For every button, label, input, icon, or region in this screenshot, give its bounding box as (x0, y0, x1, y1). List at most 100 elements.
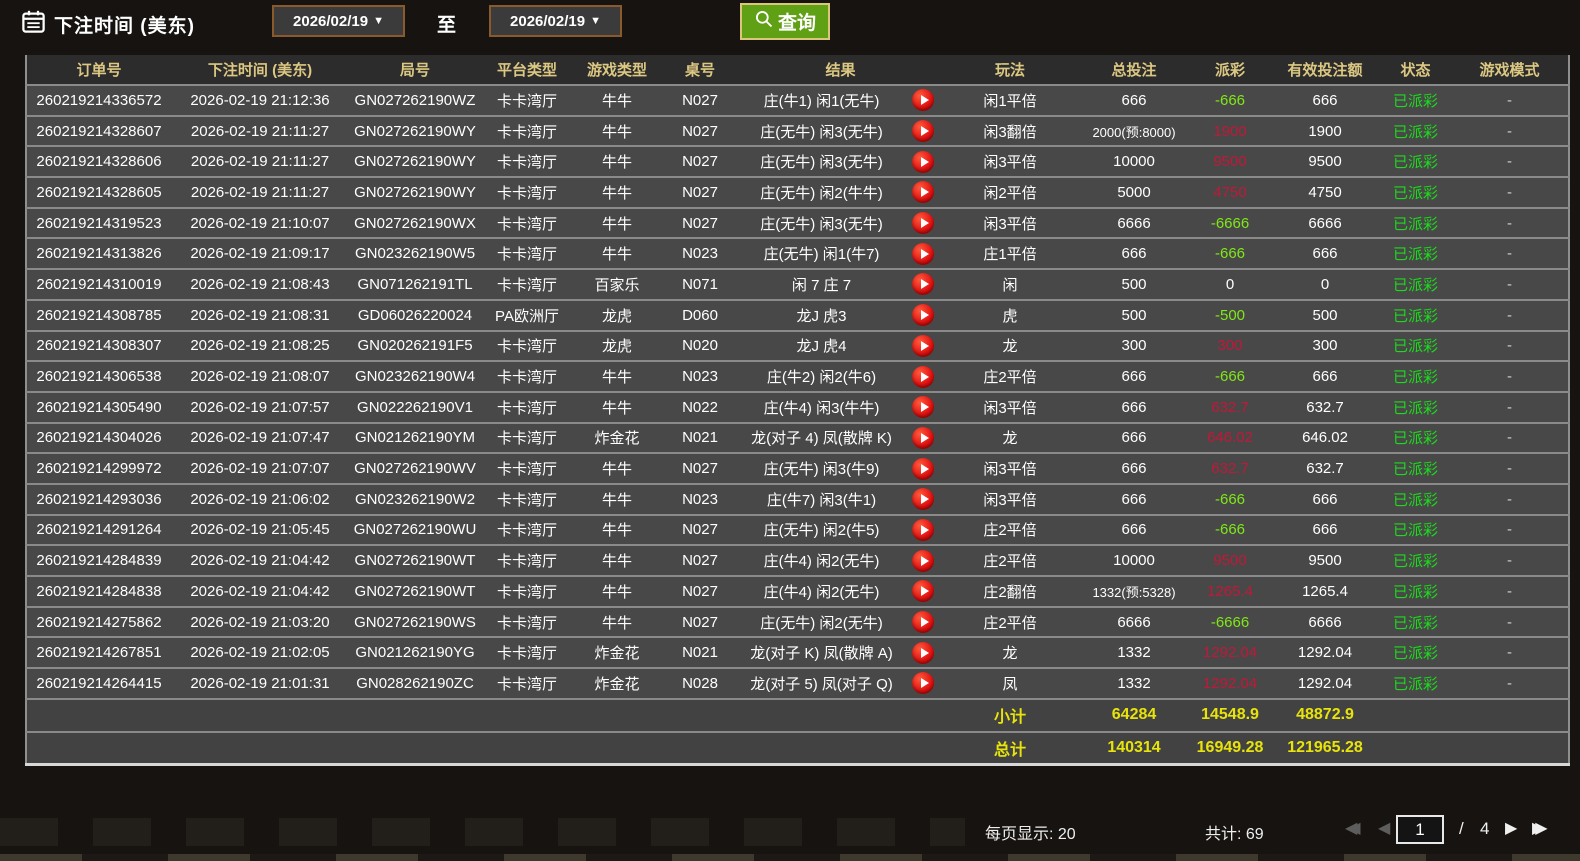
play-icon[interactable] (912, 120, 934, 142)
cell-order-id: 260219214310019 (26, 269, 171, 300)
total-label: 总计 (942, 732, 1078, 765)
play-icon[interactable] (912, 427, 934, 449)
last-page-icon[interactable]: ▶▶ (1532, 819, 1539, 839)
cell-result: 龙J 虎3 (739, 300, 904, 331)
play-icon[interactable] (912, 488, 934, 510)
status-badge: 已派彩 (1380, 116, 1451, 147)
play-icon[interactable] (912, 212, 934, 234)
cell-bet-time: 2026-02-19 21:05:45 (171, 515, 349, 546)
play-icon[interactable] (912, 458, 934, 480)
cell-result: 庄(牛1) 闲1(无牛) (739, 85, 904, 116)
cell-play-type: 闲3翻倍 (942, 116, 1078, 147)
cell-game-type: 龙虎 (573, 300, 661, 331)
prev-page-icon[interactable]: ◀ (1378, 819, 1390, 839)
cell-play-type: 闲3平倍 (942, 208, 1078, 239)
cell-table-no: N021 (661, 423, 739, 454)
status-badge: 已派彩 (1380, 668, 1451, 699)
total-pages: 4 (1480, 819, 1489, 839)
cell-platform: 卡卡湾厅 (481, 545, 573, 576)
cell-valid-bet: 300 (1270, 331, 1380, 362)
play-icon[interactable] (912, 304, 934, 326)
cell-table-no: D060 (661, 300, 739, 331)
cell-result: 庄(牛7) 闲3(牛1) (739, 484, 904, 515)
cell-replay (904, 177, 942, 208)
cell-result: 庄(无牛) 闲2(无牛) (739, 607, 904, 638)
play-icon[interactable] (912, 519, 934, 541)
cell-order-id: 260219214293036 (26, 484, 171, 515)
cell-game-mode: - (1451, 637, 1569, 668)
play-icon[interactable] (912, 151, 934, 173)
cell-valid-bet: 632.7 (1270, 392, 1380, 423)
date-to-select[interactable]: 2026/02/19 ▼ (489, 5, 622, 37)
cell-game-mode: - (1451, 238, 1569, 269)
cell-order-id: 260219214328606 (26, 146, 171, 177)
cell-total-bet: 666 (1078, 453, 1190, 484)
cell-bet-time: 2026-02-19 21:11:27 (171, 116, 349, 147)
cell-total-bet: 666 (1078, 515, 1190, 546)
cell-payout: 646.02 (1190, 423, 1270, 454)
cell-replay (904, 637, 942, 668)
cell-result: 庄(无牛) 闲2(牛牛) (739, 177, 904, 208)
cell-replay (904, 576, 942, 607)
cell-play-type: 闲3平倍 (942, 146, 1078, 177)
cell-game-type: 牛牛 (573, 453, 661, 484)
cell-table-no: N071 (661, 269, 739, 300)
cell-payout: 632.7 (1190, 392, 1270, 423)
date-from-select[interactable]: 2026/02/19 ▼ (272, 5, 405, 37)
cell-valid-bet: 6666 (1270, 607, 1380, 638)
col-header-round-id: 局号 (349, 55, 481, 85)
play-icon[interactable] (912, 273, 934, 295)
cell-play-type: 龙 (942, 423, 1078, 454)
cell-order-id: 260219214328605 (26, 177, 171, 208)
play-icon[interactable] (912, 335, 934, 357)
bet-records-table: 订单号 下注时间 (美东) 局号 平台类型 游戏类型 桌号 结果 玩法 总投注 … (25, 55, 1570, 766)
cell-round-id: GN023262190W5 (349, 238, 481, 269)
cell-replay (904, 453, 942, 484)
cell-order-id: 260219214319523 (26, 208, 171, 239)
cell-bet-time: 2026-02-19 21:08:07 (171, 361, 349, 392)
cell-bet-time: 2026-02-19 21:07:47 (171, 423, 349, 454)
cell-total-bet: 666 (1078, 484, 1190, 515)
table-row: 260219214264415 2026-02-19 21:01:31 GN02… (26, 668, 1569, 699)
play-icon[interactable] (912, 550, 934, 572)
cell-order-id: 260219214264415 (26, 668, 171, 699)
cell-order-id: 260219214308307 (26, 331, 171, 362)
play-icon[interactable] (912, 89, 934, 111)
cell-result: 庄(无牛) 闲3(牛9) (739, 453, 904, 484)
play-icon[interactable] (912, 366, 934, 388)
play-icon[interactable] (912, 642, 934, 664)
play-icon[interactable] (912, 396, 934, 418)
cell-table-no: N027 (661, 208, 739, 239)
cell-game-type: 牛牛 (573, 545, 661, 576)
cell-table-no: N028 (661, 668, 739, 699)
page-number-input[interactable] (1396, 815, 1444, 844)
next-page-icon[interactable]: ▶ (1505, 819, 1517, 839)
dimmed-background-strip (0, 854, 1580, 861)
play-icon[interactable] (912, 580, 934, 602)
table-row: 260219214306538 2026-02-19 21:08:07 GN02… (26, 361, 1569, 392)
cell-order-id: 260219214336572 (26, 85, 171, 116)
cell-bet-time: 2026-02-19 21:06:02 (171, 484, 349, 515)
table-row: 260219214328607 2026-02-19 21:11:27 GN02… (26, 116, 1569, 147)
cell-result: 庄(牛4) 闲2(无牛) (739, 545, 904, 576)
cell-valid-bet: 500 (1270, 300, 1380, 331)
table-row: 260219214313826 2026-02-19 21:09:17 GN02… (26, 238, 1569, 269)
cell-table-no: N023 (661, 238, 739, 269)
table-row: 260219214308785 2026-02-19 21:08:31 GD06… (26, 300, 1569, 331)
total-valid-bet: 121965.28 (1270, 732, 1380, 765)
cell-round-id: GN027262190WY (349, 116, 481, 147)
table-row: 260219214284839 2026-02-19 21:04:42 GN02… (26, 545, 1569, 576)
total-payout: 16949.28 (1190, 732, 1270, 765)
search-button[interactable]: 查询 (740, 3, 830, 40)
first-page-icon[interactable]: ◀◀ (1345, 819, 1352, 839)
play-icon[interactable] (912, 181, 934, 203)
play-icon[interactable] (912, 243, 934, 265)
cell-platform: 卡卡湾厅 (481, 208, 573, 239)
cell-valid-bet: 9500 (1270, 545, 1380, 576)
play-icon[interactable] (912, 672, 934, 694)
play-icon[interactable] (912, 611, 934, 633)
cell-bet-time: 2026-02-19 21:08:25 (171, 331, 349, 362)
cell-order-id: 260219214275862 (26, 607, 171, 638)
cell-game-mode: - (1451, 331, 1569, 362)
cell-valid-bet: 1292.04 (1270, 637, 1380, 668)
